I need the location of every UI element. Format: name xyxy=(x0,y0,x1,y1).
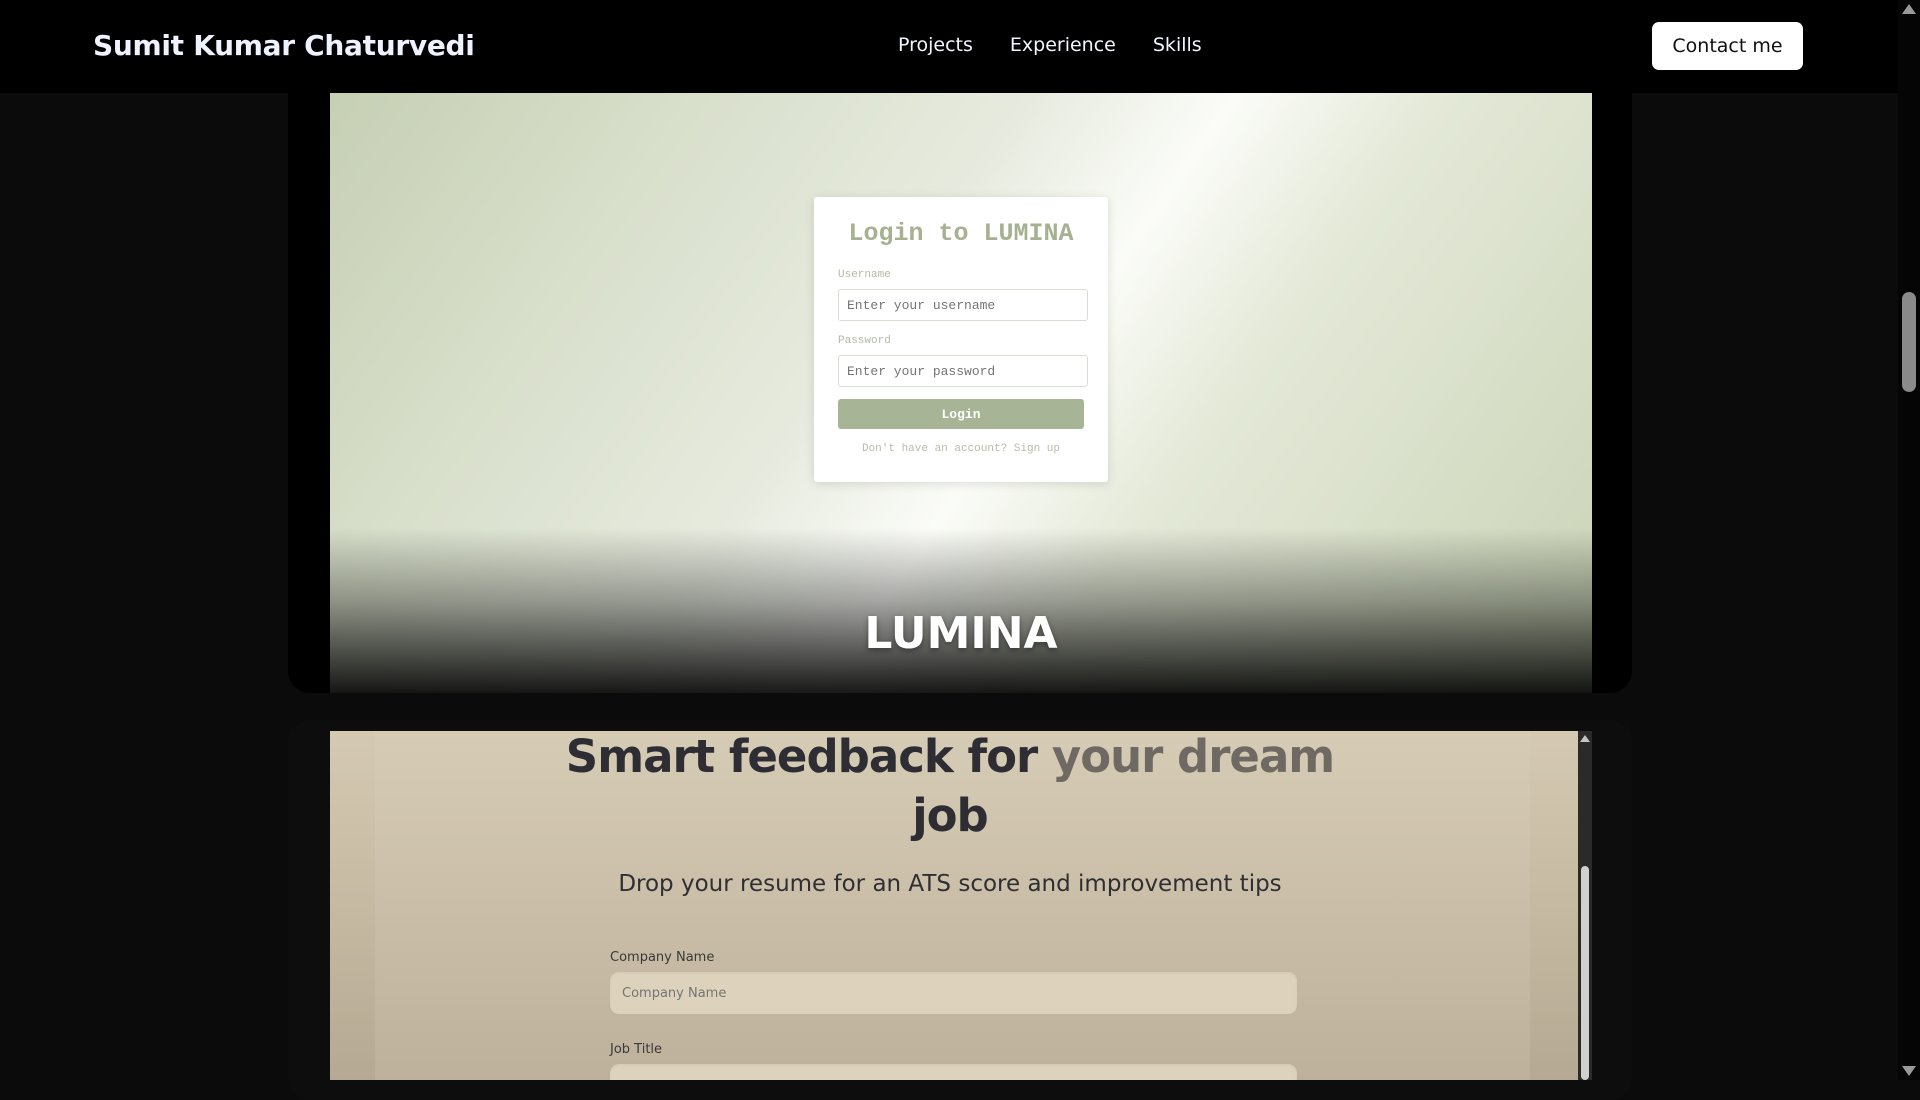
hero-text: Smart feedback for xyxy=(565,731,1038,783)
hero-accent-text: your dream xyxy=(1051,731,1335,783)
username-input[interactable] xyxy=(838,289,1088,321)
preview-scrollbar-thumb[interactable] xyxy=(1581,866,1589,1080)
signup-link[interactable]: Don't have an account? Sign up xyxy=(814,443,1108,455)
password-input[interactable] xyxy=(838,355,1088,387)
page-scrollbar[interactable] xyxy=(1898,0,1920,1080)
preview-scrollbar[interactable] xyxy=(1578,731,1592,1080)
project-card-resume[interactable]: Smart feedback for your dream job Drop y… xyxy=(330,731,1592,1080)
company-name-input[interactable] xyxy=(610,972,1297,1014)
scrollbar-thumb[interactable] xyxy=(1902,292,1916,392)
resume-hero-heading: Smart feedback for your dream job xyxy=(330,731,1570,845)
project-title: LUMINA xyxy=(864,608,1058,659)
nav-link-skills[interactable]: Skills xyxy=(1153,34,1202,56)
login-preview-panel: Login to LUMINA Username Password Login … xyxy=(814,197,1108,482)
job-title-input[interactable] xyxy=(610,1064,1297,1080)
job-title-label: Job Title xyxy=(610,1042,663,1057)
scroll-up-arrow-icon[interactable] xyxy=(1902,4,1916,14)
company-name-label: Company Name xyxy=(610,950,715,965)
nav-link-projects[interactable]: Projects xyxy=(898,34,973,56)
nav-link-experience[interactable]: Experience xyxy=(1010,34,1116,56)
brand-name[interactable]: Sumit Kumar Chaturvedi xyxy=(93,29,475,62)
scroll-down-arrow-icon[interactable] xyxy=(1902,1066,1916,1076)
resume-subtitle: Drop your resume for an ATS score and im… xyxy=(618,871,1282,897)
project-card-lumina[interactable]: Login to LUMINA Username Password Login … xyxy=(330,93,1592,693)
login-heading: Login to LUMINA xyxy=(848,219,1074,248)
top-navbar: Sumit Kumar Chaturvedi Projects Experien… xyxy=(0,0,1898,93)
password-label: Password xyxy=(838,335,891,347)
username-label: Username xyxy=(838,269,891,281)
login-button[interactable]: Login xyxy=(838,399,1084,429)
preview-scroll-up-icon[interactable] xyxy=(1580,735,1590,742)
main-nav: Projects Experience Skills xyxy=(898,34,1202,56)
contact-button[interactable]: Contact me xyxy=(1652,22,1803,70)
hero-text-end: job xyxy=(912,789,989,842)
